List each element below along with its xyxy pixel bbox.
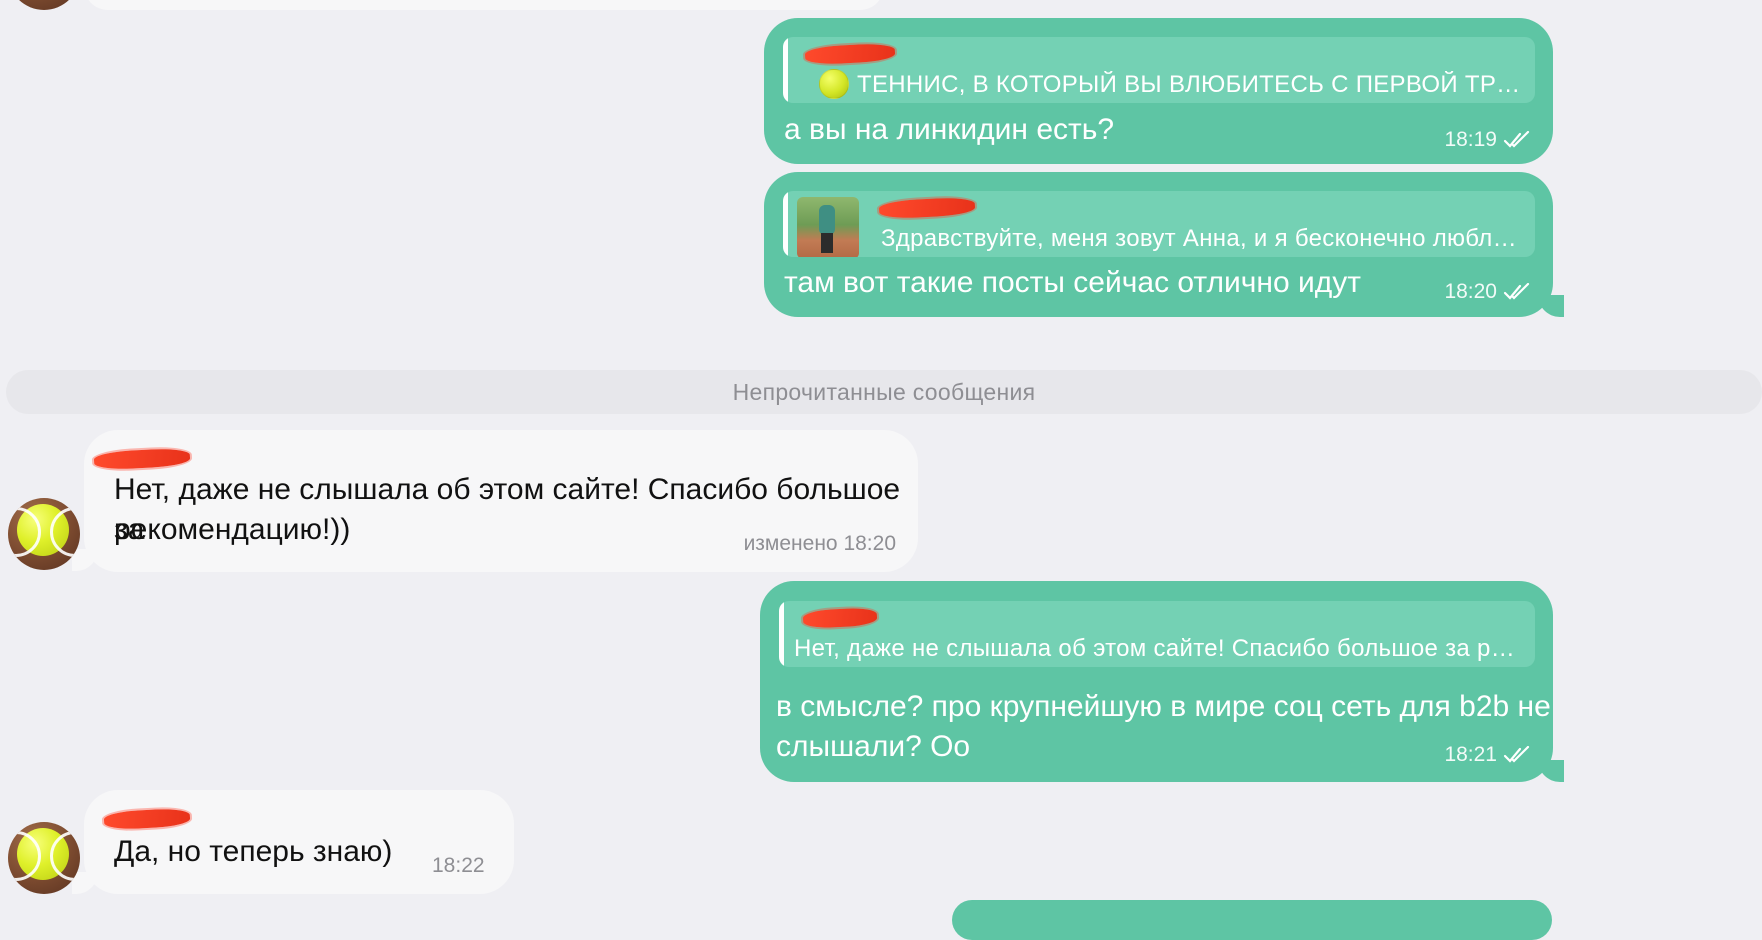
thumbnail-person (819, 205, 835, 235)
reply-preview-text: Здравствуйте, меня зовут Анна, и я беско… (881, 225, 1531, 252)
reply-accent-bar (779, 601, 784, 667)
thumbnail-legs (821, 233, 833, 253)
reply-thumbnail (797, 197, 859, 257)
next-message-bubble[interactable] (952, 900, 1552, 940)
reply-preview[interactable]: Здравствуйте, меня зовут Анна, и я беско… (783, 191, 1535, 257)
double-check-icon (1503, 283, 1530, 300)
unread-messages-divider: Непрочитанные сообщения (6, 370, 1762, 414)
redacted-author-name (804, 42, 896, 66)
message-text: Да, но теперь знаю) (114, 835, 393, 868)
time-label: 18:21 (1444, 743, 1497, 766)
contact-avatar[interactable] (8, 498, 80, 570)
message-text-line-1: в смысле? про крупнейшую в мире соц сеть… (776, 690, 1551, 723)
double-check-icon (1503, 131, 1530, 148)
reply-preview-text: Нет, даже не слышала об этом сайте! Спас… (794, 635, 1524, 662)
time-label: 18:19 (1444, 128, 1497, 151)
bubble-tail (1538, 295, 1564, 317)
incoming-message[interactable]: Да, но теперь знаю) 18:22 (84, 790, 514, 894)
outgoing-message[interactable]: ТЕННИС, В КОТОРЫЙ ВЫ ВЛЮБИТЕСЬ С ПЕРВОЙ … (764, 18, 1553, 164)
message-time: 18:20 (1444, 280, 1531, 304)
bubble-tail (1538, 760, 1564, 782)
redacted-author-name (93, 447, 191, 471)
reply-accent-bar (783, 37, 788, 103)
outgoing-message[interactable]: Здравствуйте, меня зовут Анна, и я беско… (764, 172, 1553, 317)
message-time: 18:19 (1444, 128, 1531, 152)
previous-message-bubble[interactable] (84, 0, 884, 10)
message-time: изменено 18:20 (743, 532, 896, 555)
tennis-ball-icon (819, 69, 849, 99)
incoming-message[interactable]: Нет, даже не слышала об этом сайте! Спас… (84, 430, 918, 572)
message-time: 18:22 (432, 854, 485, 877)
time-label: 18:20 (1444, 280, 1497, 303)
double-check-icon (1503, 746, 1530, 763)
message-time: 18:21 (1444, 743, 1531, 767)
message-text-line-2: рекомендацию!)) (114, 513, 351, 546)
message-text: там вот такие посты сейчас отлично идут (784, 266, 1361, 299)
contact-avatar[interactable] (8, 822, 80, 894)
outgoing-message[interactable]: Нет, даже не слышала об этом сайте! Спас… (760, 581, 1553, 782)
tennis-ball-icon (8, 504, 80, 557)
message-text-line-2: слышали? Оо (776, 730, 971, 763)
reply-preview[interactable]: Нет, даже не слышала об этом сайте! Спас… (779, 601, 1535, 667)
redacted-author-name (878, 196, 976, 220)
tennis-ball-icon (8, 828, 80, 881)
divider-label: Непрочитанные сообщения (732, 379, 1036, 405)
redacted-author-name (103, 807, 191, 831)
reply-accent-bar (783, 191, 788, 257)
reply-preview[interactable]: ТЕННИС, В КОТОРЫЙ ВЫ ВЛЮБИТЕСЬ С ПЕРВОЙ … (783, 37, 1535, 103)
contact-avatar[interactable] (8, 0, 80, 10)
reply-preview-text: ТЕННИС, В КОТОРЫЙ ВЫ ВЛЮБИТЕСЬ С ПЕРВОЙ … (857, 71, 1527, 98)
redacted-author-name (802, 607, 878, 629)
message-text: а вы на линкидин есть? (784, 113, 1115, 146)
